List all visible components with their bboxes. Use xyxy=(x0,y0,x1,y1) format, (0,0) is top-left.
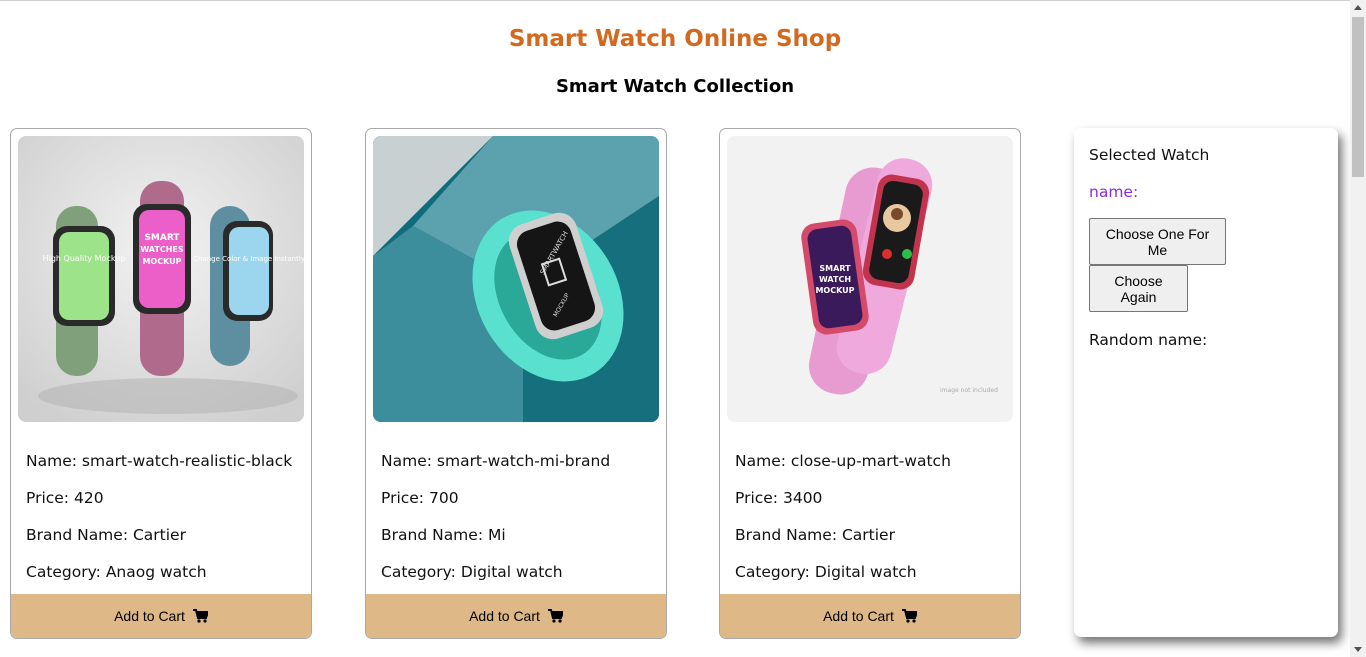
top-border xyxy=(0,0,1350,1)
product-info: Name: close-up-mart-watch Price: 3400 Br… xyxy=(735,450,951,598)
shopping-cart-icon xyxy=(192,609,208,623)
product-brand: Brand Name: Mi xyxy=(381,526,506,544)
image-text: Change Color & Image Instantly xyxy=(193,255,304,263)
add-to-cart-label: Add to Cart xyxy=(469,608,540,624)
collection-title: Smart Watch Collection xyxy=(555,76,795,97)
product-name: Name: smart-watch-realistic-black xyxy=(26,452,293,470)
add-to-cart-button[interactable]: Add to Cart xyxy=(720,594,1020,638)
product-name: Name: smart-watch-mi-brand xyxy=(381,452,611,470)
product-price: Price: 420 xyxy=(26,489,104,507)
vertical-scrollbar[interactable] xyxy=(1350,0,1366,657)
scroll-up-arrow-icon[interactable] xyxy=(1354,5,1362,10)
add-to-cart-label: Add to Cart xyxy=(823,608,894,624)
add-to-cart-button[interactable]: Add to Cart xyxy=(366,594,666,638)
add-to-cart-label: Add to Cart xyxy=(114,608,185,624)
product-info: Name: smart-watch-mi-brand Price: 700 Br… xyxy=(381,450,610,598)
product-brand: Brand Name: Cartier xyxy=(26,526,186,544)
selected-watch-title: Selected Watch xyxy=(1089,146,1210,164)
product-card-1: High Quality Mockup SMART WATCHES MOCKUP… xyxy=(10,128,312,639)
shopping-cart-icon xyxy=(901,609,917,623)
product-category: Category: Digital watch xyxy=(381,563,563,581)
product-image[interactable]: High Quality Mockup SMART WATCHES MOCKUP… xyxy=(18,136,304,422)
scroll-down-arrow-icon[interactable] xyxy=(1354,647,1362,652)
image-text: WATCH xyxy=(819,275,851,284)
product-card-3: SMART WATCH MOCKUP image not included Na… xyxy=(719,128,1021,639)
shopping-cart-icon xyxy=(547,609,563,623)
add-to-cart-button[interactable]: Add to Cart xyxy=(11,594,311,638)
selected-name-label: name: xyxy=(1089,183,1139,201)
product-brand: Brand Name: Cartier xyxy=(735,526,895,544)
image-text: SMART xyxy=(819,264,851,273)
image-text: High Quality Mockup xyxy=(43,254,126,263)
product-category: Category: Digital watch xyxy=(735,563,917,581)
scrollbar-thumb[interactable] xyxy=(1352,17,1364,177)
product-card-2: SMARTWATCH MOCKUP Name: smart-watch-mi-b… xyxy=(365,128,667,639)
image-text: image not included xyxy=(940,387,998,394)
product-price: Price: 3400 xyxy=(735,489,823,507)
image-text: WATCHES xyxy=(140,245,184,254)
product-image[interactable]: SMART WATCH MOCKUP image not included xyxy=(727,136,1013,422)
image-text: MOCKUP xyxy=(815,286,854,295)
product-image[interactable]: SMARTWATCH MOCKUP xyxy=(373,136,659,422)
choose-one-button[interactable]: Choose One For Me xyxy=(1089,218,1226,265)
image-text: MOCKUP xyxy=(142,257,181,266)
product-info: Name: smart-watch-realistic-black Price:… xyxy=(26,450,292,598)
page-title: Smart Watch Online Shop xyxy=(508,26,842,52)
choose-again-button[interactable]: Choose Again xyxy=(1089,265,1188,312)
product-category: Category: Anaog watch xyxy=(26,563,207,581)
random-name-label: Random name: xyxy=(1089,331,1208,349)
product-name: Name: close-up-mart-watch xyxy=(735,452,951,470)
selected-watch-panel: Selected Watch name: Choose One For Me C… xyxy=(1074,128,1338,637)
image-text: SMART xyxy=(144,233,180,243)
product-price: Price: 700 xyxy=(381,489,459,507)
